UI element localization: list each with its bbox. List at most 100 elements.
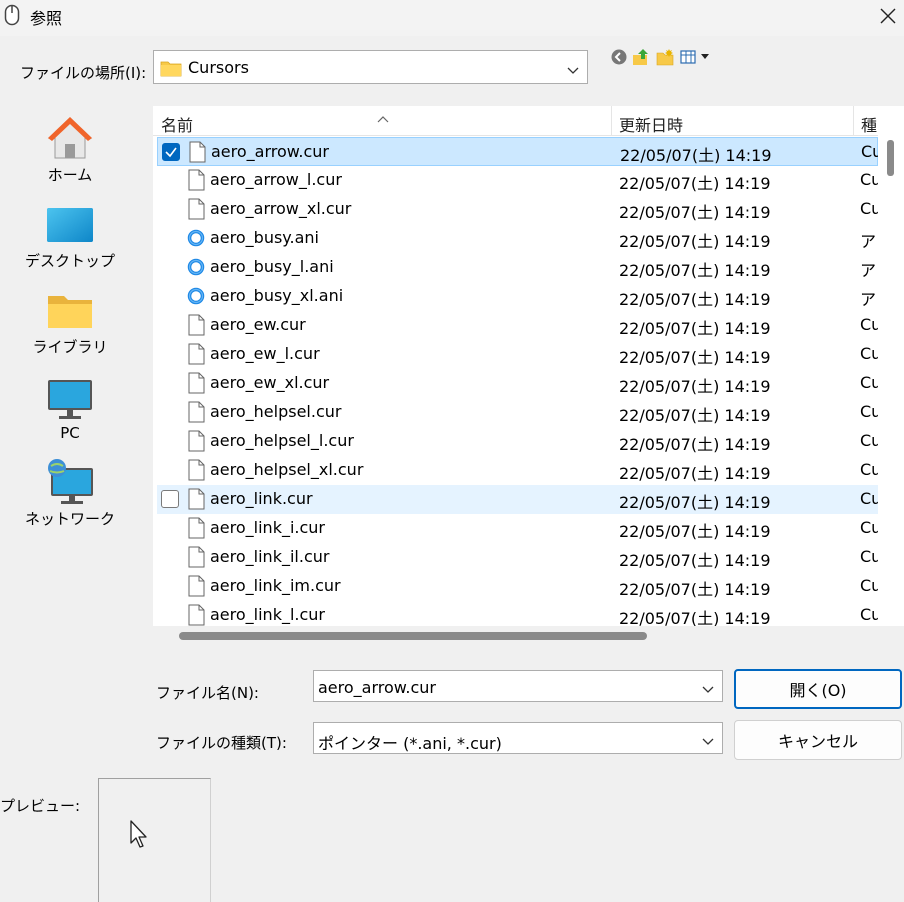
table-row[interactable]: aero_ew_l.cur 22/05/07(土) 14:19 Cu: [157, 340, 878, 369]
horizontal-scrollbar[interactable]: [153, 626, 878, 646]
file-type: Cu: [860, 199, 878, 218]
file-icon: [187, 517, 205, 543]
table-row[interactable]: aero_arrow_l.cur 22/05/07(土) 14:19 Cu: [157, 166, 878, 195]
open-button[interactable]: 開く(O): [734, 669, 902, 709]
file-icon: [187, 372, 205, 398]
file-name: aero_arrow_xl.cur: [210, 199, 352, 218]
sort-ascending-icon: [377, 108, 389, 127]
file-name: aero_link_i.cur: [210, 518, 326, 537]
filetype-value: ポインター (*.ani, *.cur): [318, 734, 502, 753]
file-date: 22/05/07(土) 14:19: [619, 493, 771, 512]
places-bar: ホーム デスクトップ ライブラリ PC ネットワーク: [0, 106, 143, 770]
table-row[interactable]: aero_busy_l.ani 22/05/07(土) 14:19 ア: [157, 253, 878, 282]
close-icon: [880, 8, 896, 24]
place-home[interactable]: ホーム: [0, 108, 140, 188]
table-row[interactable]: aero_ew_xl.cur 22/05/07(土) 14:19 Cu: [157, 369, 878, 398]
file-name: aero_helpsel_xl.cur: [210, 460, 364, 479]
table-row[interactable]: aero_link_im.cur 22/05/07(土) 14:19 Cu: [157, 572, 878, 601]
file-type: Cu: [860, 576, 878, 595]
column-header-type[interactable]: 種: [861, 112, 877, 136]
cancel-button[interactable]: キャンセル: [734, 720, 902, 760]
file-icon: [187, 314, 205, 340]
title-bar: 参照: [0, 0, 904, 36]
file-name: aero_link_im.cur: [210, 576, 341, 595]
row-checkbox[interactable]: [162, 143, 180, 161]
file-name: aero_ew_xl.cur: [210, 373, 330, 392]
file-icon: [187, 401, 205, 427]
mouse-icon: [4, 4, 20, 26]
file-type: Cu: [860, 547, 878, 566]
file-date: 22/05/07(土) 14:19: [619, 348, 771, 367]
file-type: ア: [860, 290, 877, 309]
close-button[interactable]: [872, 2, 904, 30]
place-library[interactable]: ライブラリ: [0, 280, 140, 360]
file-date: 22/05/07(土) 14:19: [620, 146, 772, 165]
file-date: 22/05/07(土) 14:19: [619, 174, 771, 193]
place-network[interactable]: ネットワーク: [0, 452, 140, 532]
toolbar: [610, 48, 720, 68]
animated-cursor-icon: [187, 285, 205, 311]
table-row[interactable]: aero_arrow.cur 22/05/07(土) 14:19 Cu: [157, 137, 878, 166]
new-folder-icon[interactable]: [656, 48, 674, 66]
table-row[interactable]: aero_link_i.cur 22/05/07(土) 14:19 Cu: [157, 514, 878, 543]
place-pc[interactable]: PC: [0, 368, 140, 448]
list-header: 名前 更新日時 種: [153, 106, 878, 136]
file-name: aero_arrow.cur: [211, 142, 329, 161]
file-icon: [187, 604, 205, 626]
column-separator[interactable]: [853, 106, 854, 136]
file-icon: [187, 488, 205, 514]
table-row[interactable]: aero_helpsel_l.cur 22/05/07(土) 14:19 Cu: [157, 427, 878, 456]
filename-input[interactable]: aero_arrow.cur: [313, 670, 723, 702]
table-row[interactable]: aero_arrow_xl.cur 22/05/07(土) 14:19 Cu: [157, 195, 878, 224]
file-type: Cu: [860, 373, 878, 392]
file-type: Cu: [860, 315, 878, 334]
table-row[interactable]: aero_link_l.cur 22/05/07(土) 14:19 Cu: [157, 601, 878, 626]
place-desktop[interactable]: デスクトップ: [0, 194, 140, 274]
file-name: aero_link.cur: [210, 489, 313, 508]
filetype-label: ファイルの種類(T):: [156, 734, 287, 752]
chevron-down-icon: [567, 61, 579, 80]
filetype-dropdown[interactable]: ポインター (*.ani, *.cur): [313, 722, 723, 754]
table-row[interactable]: aero_helpsel_xl.cur 22/05/07(土) 14:19 Cu: [157, 456, 878, 485]
file-name: aero_link_il.cur: [210, 547, 330, 566]
back-icon[interactable]: [610, 48, 628, 66]
file-icon: [187, 198, 205, 224]
table-row[interactable]: aero_busy_xl.ani 22/05/07(土) 14:19 ア: [157, 282, 878, 311]
window-title: 参照: [30, 9, 63, 28]
desktop-icon: [47, 208, 93, 242]
file-type: Cu: [861, 142, 878, 161]
chevron-down-icon[interactable]: [702, 680, 714, 699]
file-icon: [187, 575, 205, 601]
column-separator[interactable]: [611, 106, 612, 136]
column-header-modified[interactable]: 更新日時: [619, 112, 683, 136]
table-row[interactable]: aero_helpsel.cur 22/05/07(土) 14:19 Cu: [157, 398, 878, 427]
table-row[interactable]: aero_link_il.cur 22/05/07(土) 14:19 Cu: [157, 543, 878, 572]
table-row[interactable]: aero_link.cur 22/05/07(土) 14:19 Cu: [157, 485, 878, 514]
table-row[interactable]: aero_busy.ani 22/05/07(土) 14:19 ア: [157, 224, 878, 253]
location-dropdown[interactable]: Cursors: [153, 50, 588, 84]
file-list: 名前 更新日時 種 aero_arrow.cur 22/05/07(土) 14:1…: [153, 106, 878, 626]
file-name: aero_busy.ani: [210, 228, 319, 247]
file-type: Cu: [860, 489, 878, 508]
library-icon: [48, 296, 92, 328]
location-value: Cursors: [188, 58, 249, 77]
table-row[interactable]: aero_ew.cur 22/05/07(土) 14:19 Cu: [157, 311, 878, 340]
file-name: aero_link_l.cur: [210, 605, 326, 624]
file-date: 22/05/07(土) 14:19: [619, 232, 771, 251]
vertical-scrollbar[interactable]: [878, 106, 904, 626]
file-date: 22/05/07(土) 14:19: [619, 464, 771, 483]
file-date: 22/05/07(土) 14:19: [619, 319, 771, 338]
scroll-thumb[interactable]: [179, 632, 647, 640]
row-checkbox[interactable]: [161, 490, 179, 508]
filename-label: ファイル名(N):: [156, 684, 259, 702]
location-label: ファイルの場所(I):: [20, 64, 147, 82]
column-header-name[interactable]: 名前: [161, 112, 193, 136]
view-menu-icon[interactable]: [680, 48, 714, 66]
up-folder-icon[interactable]: [632, 48, 650, 66]
file-date: 22/05/07(土) 14:19: [619, 203, 771, 222]
scroll-thumb[interactable]: [887, 140, 894, 176]
file-date: 22/05/07(土) 14:19: [619, 435, 771, 454]
file-date: 22/05/07(土) 14:19: [619, 406, 771, 425]
file-type: Cu: [860, 518, 878, 537]
file-icon: [187, 459, 205, 485]
